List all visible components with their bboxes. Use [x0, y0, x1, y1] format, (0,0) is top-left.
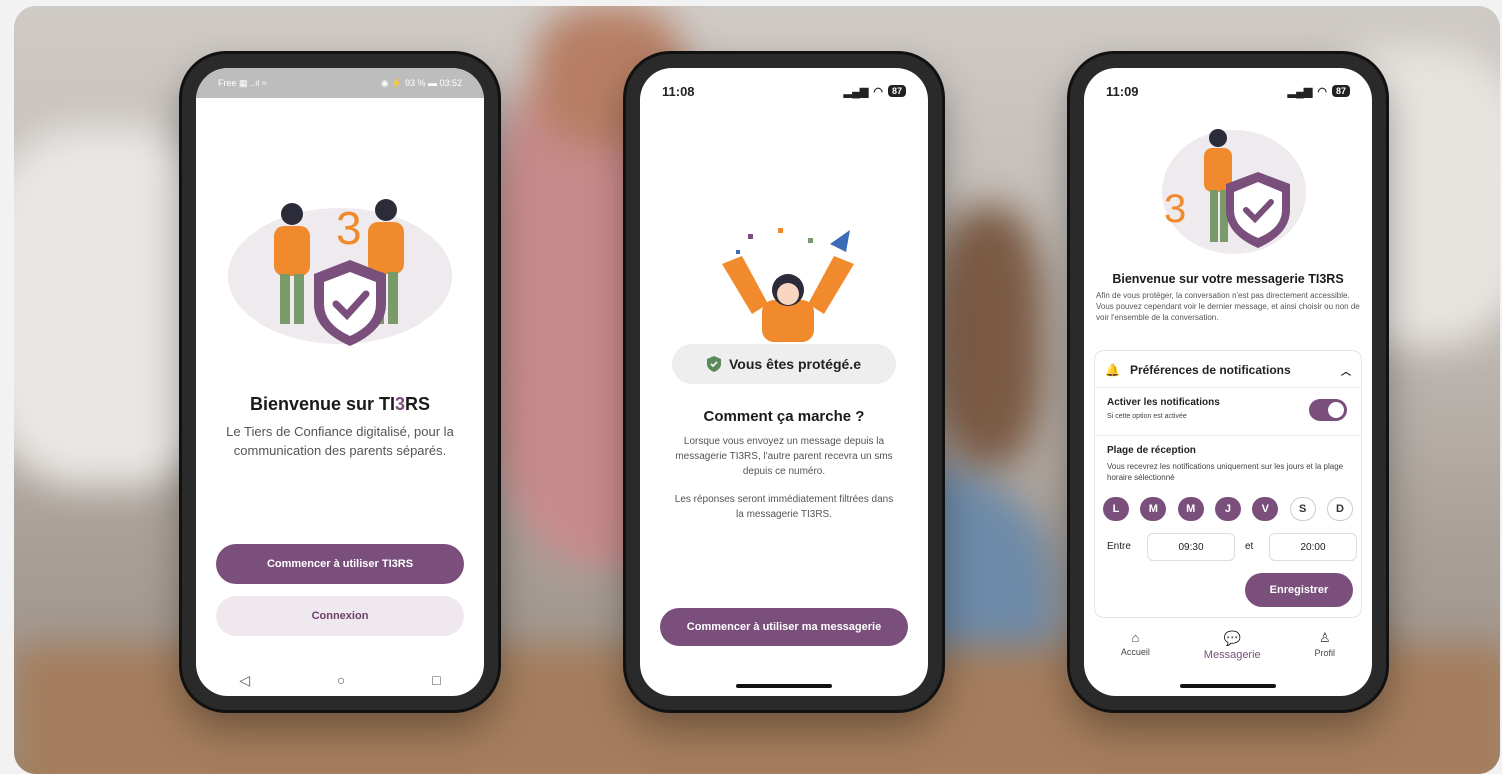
celebration-illustration	[722, 228, 854, 342]
how-title: Comment ça marche ?	[703, 408, 865, 425]
login-button[interactable]: Connexion	[216, 596, 464, 636]
title-suffix: RS	[405, 394, 431, 414]
day-selector: LMMJVSD	[1103, 497, 1353, 521]
recents-icon[interactable]: □	[432, 672, 440, 688]
save-button[interactable]: Enregistrer	[1245, 573, 1353, 607]
title-prefix: Bienvenue sur TI	[249, 394, 395, 414]
status-time: 11:08	[662, 83, 695, 99]
ios-status-bar: 11:09 ▂▄▆ ◠ 87	[1084, 76, 1372, 106]
divider	[1095, 435, 1361, 436]
user-icon: ♙	[1318, 630, 1331, 645]
svg-text:3: 3	[336, 202, 362, 254]
notif-sub: Si cette option est activée	[1107, 413, 1187, 420]
shield-check-icon	[706, 356, 721, 372]
signal-icon: ▂▄▆	[843, 85, 869, 98]
phone-welcome: Free ▦ ..ıl ≈ ◉ ⚡ 93 % ▬ 03:52 3 Bienven	[182, 54, 498, 710]
and-label: et	[1245, 541, 1254, 552]
welcome-title: Bienvenue sur TI3RS	[196, 394, 484, 415]
back-icon[interactable]: ◁	[239, 672, 250, 689]
home-indicator	[1180, 684, 1276, 688]
protected-chip: Vous êtes protégé.e	[672, 344, 896, 384]
status-right: ◉ ⚡ 93 % ▬ 03:52	[380, 77, 462, 88]
start-time-field[interactable]: 09:30	[1147, 533, 1235, 561]
how-body-2: Les réponses seront immédiatement filtré…	[674, 494, 894, 520]
home-icon: ⌂	[1131, 630, 1140, 645]
phone-how-it-works: 11:08 ▂▄▆ ◠ 87 Vous êtes protégé.e Comme…	[626, 54, 942, 710]
welcome-subtitle: Le Tiers de Confiance digitalisé, pour l…	[226, 424, 454, 458]
hero-image: Free ▦ ..ıl ≈ ◉ ⚡ 93 % ▬ 03:52 3 Bienven	[14, 6, 1500, 774]
tab-label: Profil	[1314, 648, 1336, 658]
wifi-icon: ◠	[1317, 85, 1327, 98]
chat-icon: 💬	[1223, 630, 1241, 646]
day-chip[interactable]: M	[1177, 497, 1204, 521]
day-chip[interactable]: L	[1103, 497, 1129, 521]
home-indicator	[736, 684, 832, 688]
start-messaging-button[interactable]: Commencer à utiliser ma messagerie	[660, 608, 908, 646]
messaging-title: Bienvenue sur votre messagerie TI3RS	[1112, 272, 1344, 286]
how-it-works-screen: 11:08 ▂▄▆ ◠ 87 Vous êtes protégé.e Comme…	[640, 68, 928, 696]
how-body-1: Lorsque vous envoyez un message depuis l…	[675, 436, 893, 477]
status-icons: ▂▄▆ ◠ 87	[844, 85, 906, 98]
signal-icon: ▂▄▆	[1287, 85, 1313, 98]
tab-messagerie[interactable]: 💬 Messagerie	[1204, 630, 1261, 661]
day-chip[interactable]: J	[1214, 497, 1241, 521]
prefs-title: Préférences de notifications	[1129, 363, 1291, 377]
tab-label: Accueil	[1120, 647, 1150, 657]
range-desc: Vous recevrez les notifications uniqueme…	[1107, 462, 1344, 482]
tab-accueil[interactable]: ⌂ Accueil	[1121, 630, 1150, 661]
range-title: Plage de réception	[1107, 445, 1196, 456]
day-chip[interactable]: S	[1289, 497, 1316, 521]
chip-label: Vous êtes protégé.e	[728, 356, 861, 372]
battery-icon: 87	[887, 85, 906, 97]
messaging-intro: Afin de vous protéger, la conversation n…	[1096, 291, 1360, 322]
day-chip[interactable]: D	[1326, 497, 1353, 521]
notif-label: Activer les notifications	[1107, 397, 1220, 408]
tab-profil[interactable]: ♙ Profil	[1315, 630, 1336, 661]
prefs-header[interactable]: 🔔 Préférences de notifications ︿	[1105, 359, 1351, 381]
battery-icon: 87	[1331, 85, 1350, 97]
notifications-toggle[interactable]	[1309, 399, 1347, 421]
welcome-illustration: 3	[228, 199, 452, 346]
title-accent: 3	[395, 394, 406, 414]
svg-text:3: 3	[1164, 187, 1186, 231]
divider	[1095, 387, 1361, 388]
tab-label: Messagerie	[1203, 649, 1261, 661]
ios-status-bar: 11:08 ▂▄▆ ◠ 87	[640, 76, 928, 106]
day-chip[interactable]: V	[1252, 497, 1279, 521]
messaging-illustration: 3	[1162, 129, 1306, 254]
android-nav-bar: ◁ ○ □	[196, 664, 484, 696]
status-left: Free ▦ ..ıl ≈	[218, 77, 267, 88]
wifi-icon: ◠	[873, 85, 883, 98]
status-time: 11:09	[1106, 83, 1139, 99]
home-icon[interactable]: ○	[337, 672, 345, 688]
messaging-screen: 11:09 ▂▄▆ ◠ 87 3 Bienvenue sur votre mes…	[1084, 68, 1372, 696]
day-chip[interactable]: M	[1140, 497, 1167, 521]
welcome-screen: Free ▦ ..ıl ≈ ◉ ⚡ 93 % ▬ 03:52 3 Bienven	[196, 68, 484, 696]
bottom-tab-bar: ⌂ Accueil 💬 Messagerie ♙ Profil	[1084, 630, 1372, 661]
between-label: Entre	[1107, 541, 1131, 552]
notification-preferences-card: 🔔 Préférences de notifications ︿ Activer…	[1094, 350, 1362, 618]
phone-messaging: 11:09 ▂▄▆ ◠ 87 3 Bienvenue sur votre mes…	[1070, 54, 1386, 710]
android-status-bar: Free ▦ ..ıl ≈ ◉ ⚡ 93 % ▬ 03:52	[196, 68, 484, 98]
start-button[interactable]: Commencer à utiliser TI3RS	[216, 544, 464, 584]
chevron-up-icon[interactable]: ︿	[1341, 363, 1351, 378]
status-icons: ▂▄▆ ◠ 87	[1288, 85, 1350, 98]
end-time-field[interactable]: 20:00	[1269, 533, 1357, 561]
bell-icon: 🔔	[1105, 363, 1120, 377]
